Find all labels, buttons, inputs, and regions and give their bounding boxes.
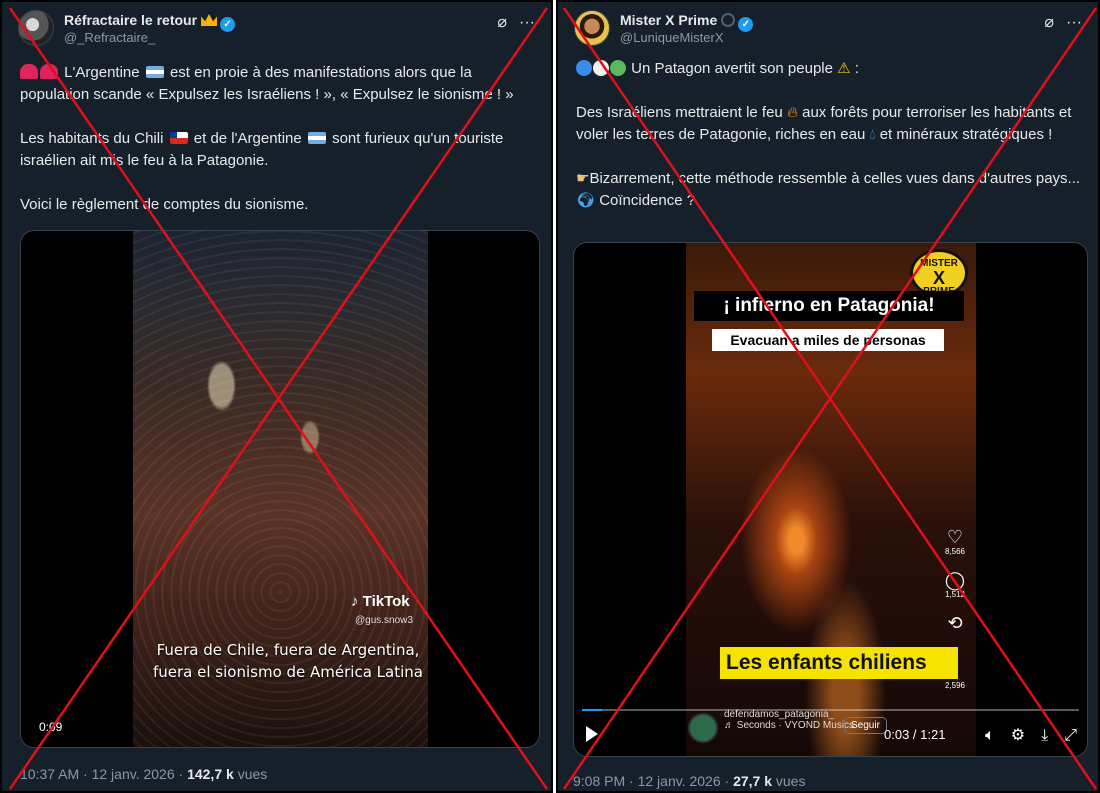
chile-flag-icon bbox=[169, 132, 188, 144]
pip-icon[interactable]: ⤓ bbox=[1041, 727, 1048, 744]
avatar[interactable] bbox=[18, 10, 54, 46]
paragraph: ☛Bizarrement, cette méthode ressemble à … bbox=[576, 168, 1084, 212]
text: Un Patagon avertit son peuple bbox=[631, 60, 833, 77]
author-name[interactable]: Réfractaire le retour ✓ bbox=[64, 12, 236, 32]
video-banner-subtitle: Evacuan a miles de personas bbox=[712, 329, 944, 351]
settings-icon[interactable]: ⚙ bbox=[1011, 727, 1025, 744]
comments-count: 1,512 bbox=[944, 590, 966, 599]
fullscreen-icon[interactable]: ⤢ bbox=[1064, 727, 1077, 744]
progress-fill bbox=[582, 709, 602, 711]
logo-text: X bbox=[932, 268, 945, 288]
caption-line: Fuera de Chile, fuera de Argentina, bbox=[156, 641, 420, 659]
paragraph: Un Patagon avertit son peuple ⚠ : bbox=[576, 58, 1084, 80]
comment-icon: ◯ bbox=[944, 570, 966, 590]
post-right: Mister X Prime ✓ @LuniqueMisterX ⌀ ··· Un … bbox=[556, 0, 1100, 793]
time-readout: 0:03 / 1:21 bbox=[884, 727, 946, 742]
white-circle-icon bbox=[593, 60, 609, 76]
heart-icon: ♡ bbox=[946, 527, 964, 547]
paragraph: L'Argentine est en proie à des manifesta… bbox=[20, 62, 537, 106]
likes-count: 8,566 bbox=[944, 547, 966, 556]
author-name-text[interactable]: Réfractaire le retour bbox=[64, 12, 197, 28]
warning-icon: ⚠ bbox=[837, 60, 851, 77]
text: Les habitants du Chili bbox=[20, 130, 164, 147]
author-handle[interactable]: @LuniqueMisterX bbox=[620, 30, 724, 45]
video-player[interactable]: ♪ TikTok @gus.snow3 Fuera de Chile, fuer… bbox=[20, 230, 540, 748]
pointing-hand-icon: ☛ bbox=[576, 170, 590, 187]
author-name[interactable]: Mister X Prime ✓ bbox=[620, 12, 754, 32]
paragraph: Les habitants du Chili et de l'Argentine… bbox=[20, 128, 537, 172]
argentina-flag-icon bbox=[145, 66, 164, 78]
tiktok-user: @gus.snow3 bbox=[355, 615, 413, 626]
video-player[interactable]: MISTER X PRIME ¡ infierno en Patagonia! … bbox=[573, 242, 1088, 757]
verified-icon: ✓ bbox=[220, 17, 236, 32]
header-icons: ⌀ ··· bbox=[1032, 12, 1082, 32]
post-text: L'Argentine est en proie à des manifesta… bbox=[20, 62, 537, 216]
droplet-icon: 💧︎ bbox=[869, 126, 876, 143]
grok-icon[interactable]: ⌀ bbox=[497, 14, 507, 31]
play-icon[interactable] bbox=[586, 726, 598, 742]
duration-badge: 0:09 bbox=[35, 719, 67, 735]
text: Coïncidence ? bbox=[599, 192, 696, 209]
post-header: Mister X Prime ✓ @LuniqueMisterX ⌀ ··· bbox=[574, 10, 1082, 50]
views-count: 27,7 k bbox=[733, 773, 772, 789]
verified-icon: ✓ bbox=[738, 17, 754, 32]
post-footer: 10:37 AM · 12 janv. 2026 · 142,7 k vues bbox=[20, 766, 267, 782]
crown-icon bbox=[201, 14, 218, 26]
tiktok-user: defendamos_patagonia_ bbox=[724, 709, 835, 720]
tiktok-watermark: ♪ TikTok bbox=[351, 593, 410, 610]
mister-x-logo: MISTER X PRIME bbox=[910, 249, 968, 297]
green-circle-icon bbox=[610, 60, 626, 76]
paragraph: Voici le règlement de comptes du sionism… bbox=[20, 196, 309, 213]
argentina-flag-icon bbox=[307, 132, 326, 144]
author-handle[interactable]: @_Refractaire_ bbox=[64, 30, 155, 45]
repost-icon: ⟲ bbox=[947, 613, 963, 633]
affiliate-icon bbox=[721, 13, 736, 27]
views-count: 142,7 k bbox=[187, 766, 234, 782]
text: L'Argentine bbox=[64, 64, 140, 81]
caption-line: fuera el sionismo de América Latina bbox=[153, 663, 423, 681]
timestamp[interactable]: 9:08 PM · 12 janv. 2026 · bbox=[573, 773, 729, 789]
siren-icon bbox=[40, 64, 58, 79]
header-icons: ⌀ ··· bbox=[485, 12, 535, 32]
video-overlay-text: Les enfants chiliens bbox=[720, 647, 958, 679]
timestamp[interactable]: 10:37 AM · 12 janv. 2026 · bbox=[20, 766, 183, 782]
post-text: Un Patagon avertit son peuple ⚠ : Des Is… bbox=[576, 58, 1084, 212]
video-caption: Fuera de Chile, fuera de Argentina, fuer… bbox=[153, 639, 423, 683]
text: : bbox=[854, 60, 859, 77]
globe-icon: 🌍︎ bbox=[576, 192, 596, 209]
video-banner-title: ¡ infierno en Patagonia! bbox=[694, 291, 964, 321]
blue-circle-icon bbox=[576, 60, 592, 76]
text: et de l'Argentine bbox=[193, 130, 302, 147]
video-controls: 0:03 / 1:21 🔈︎ ⚙ ⤓ ⤢ bbox=[574, 724, 1087, 750]
text: TikTok bbox=[362, 593, 410, 610]
post-left: Réfractaire le retour ✓ @_Refractaire_ ⌀ ·… bbox=[0, 0, 553, 793]
views-label: vues bbox=[775, 773, 806, 789]
paragraph: Des Israéliens mettraient le feu 🔥︎ aux … bbox=[576, 102, 1084, 146]
more-icon[interactable]: ··· bbox=[1066, 14, 1082, 31]
control-icons: 🔈︎ ⚙ ⤓ ⤢ bbox=[969, 725, 1077, 745]
shares-count: 2,596 bbox=[944, 681, 966, 690]
more-icon[interactable]: ··· bbox=[519, 14, 535, 31]
text: Des Israéliens mettraient le feu bbox=[576, 104, 783, 121]
post-footer: 9:08 PM · 12 janv. 2026 · 27,7 k vues bbox=[573, 773, 805, 789]
text: et minéraux stratégiques ! bbox=[879, 126, 1053, 143]
grok-icon[interactable]: ⌀ bbox=[1044, 14, 1054, 31]
views-label: vues bbox=[237, 766, 268, 782]
volume-icon[interactable]: 🔈︎ bbox=[985, 727, 995, 744]
text: Bizarrement, cette méthode ressemble à c… bbox=[589, 170, 1081, 187]
avatar[interactable] bbox=[574, 10, 610, 46]
siren-icon bbox=[20, 64, 38, 79]
fire-icon: 🔥︎ bbox=[786, 104, 798, 121]
author-name-text[interactable]: Mister X Prime bbox=[620, 12, 717, 28]
post-header: Réfractaire le retour ✓ @_Refractaire_ ⌀ ·… bbox=[18, 10, 535, 50]
